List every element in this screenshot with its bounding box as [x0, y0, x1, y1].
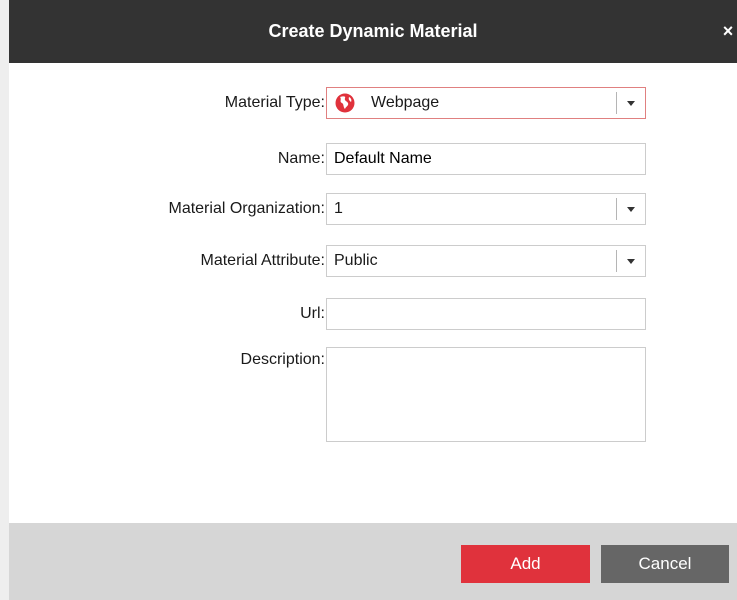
- material-type-row: Material Type: Webpage: [9, 87, 737, 123]
- globe-icon: [335, 93, 355, 113]
- url-row: Url:: [9, 298, 737, 334]
- material-organization-label: Material Organization:: [168, 200, 325, 217]
- dropdown-separator: [616, 198, 617, 220]
- add-button[interactable]: Add: [461, 545, 590, 583]
- material-type-label: Material Type:: [224, 94, 325, 111]
- material-organization-value: 1: [334, 200, 343, 217]
- material-organization-select[interactable]: 1: [326, 193, 646, 225]
- name-input[interactable]: [326, 143, 646, 175]
- chevron-down-icon[interactable]: [627, 207, 635, 212]
- dialog-content: Material Type: Webpage Name: Material Or…: [9, 63, 737, 523]
- url-label: Url:: [300, 305, 325, 322]
- material-attribute-row: Material Attribute: Public: [9, 245, 737, 281]
- url-input[interactable]: [326, 298, 646, 330]
- material-attribute-value: Public: [334, 252, 378, 269]
- dropdown-separator: [616, 92, 617, 114]
- chevron-down-icon[interactable]: [627, 259, 635, 264]
- description-label: Description:: [240, 351, 325, 368]
- material-type-select[interactable]: Webpage: [326, 87, 646, 119]
- description-textarea[interactable]: [326, 347, 646, 442]
- material-attribute-label: Material Attribute:: [200, 252, 326, 269]
- material-type-value: Webpage: [371, 94, 440, 111]
- chevron-down-icon[interactable]: [627, 101, 635, 106]
- description-row: Description:: [9, 347, 737, 443]
- dialog-title: Create Dynamic Material: [268, 21, 478, 41]
- material-attribute-select[interactable]: Public: [326, 245, 646, 277]
- material-organization-row: Material Organization: 1: [9, 193, 737, 229]
- dialog-footer: Add Cancel: [9, 523, 737, 600]
- dialog-left-border: [0, 0, 9, 600]
- create-dynamic-material-dialog: Create Dynamic Material × Material Type:…: [0, 0, 737, 600]
- name-label: Name:: [277, 150, 325, 167]
- dropdown-separator: [616, 250, 617, 272]
- close-icon[interactable]: ×: [721, 0, 735, 63]
- dialog-titlebar: Create Dynamic Material ×: [9, 0, 737, 63]
- name-row: Name:: [9, 143, 737, 179]
- cancel-button[interactable]: Cancel: [601, 545, 729, 583]
